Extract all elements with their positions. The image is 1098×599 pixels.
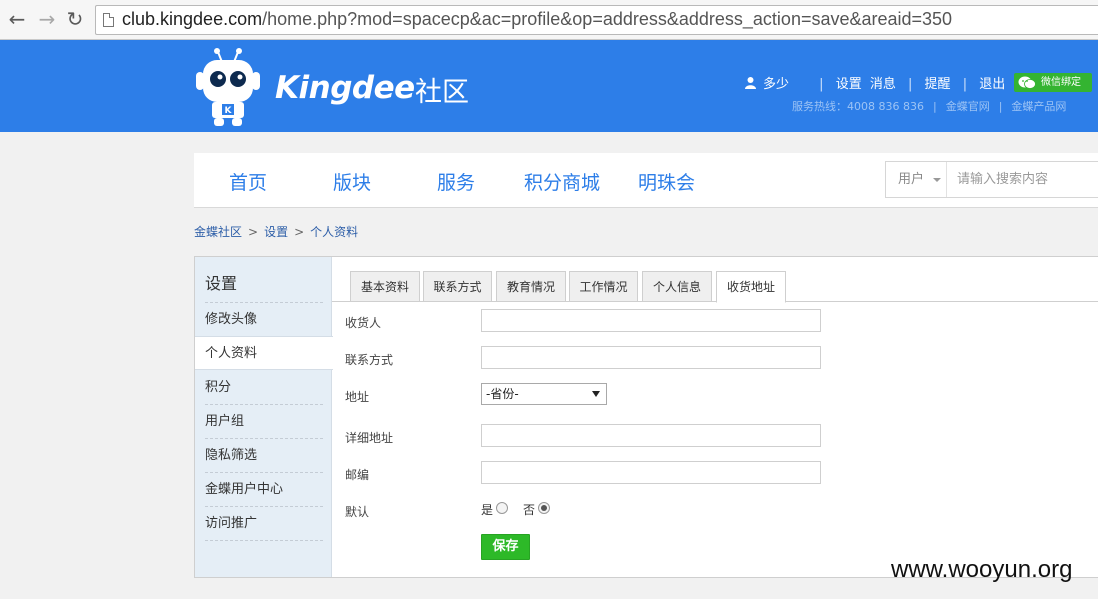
back-arrow-icon[interactable]: ← — [6, 8, 28, 30]
sidebar-item-label: 个人资料 — [205, 346, 258, 361]
breadcrumb: 金蝶社区 > 设置 > 个人资料 — [194, 223, 358, 240]
sidebar-title: 设置 — [205, 274, 238, 293]
search-box: 用户 — [885, 161, 1098, 198]
user-links: 多少 | 设置 消息 | 提醒 | 退出 | — [745, 73, 1022, 92]
username-link[interactable]: 多少 — [763, 73, 789, 92]
sidebar-item-profile[interactable]: 个人资料 — [195, 336, 333, 370]
wechat-icon — [1018, 76, 1036, 89]
zip-input[interactable] — [481, 461, 821, 484]
nav-item-home[interactable]: 首页 — [229, 168, 267, 195]
brand-name[interactable]: Kingdee — [275, 70, 415, 106]
product-site-link[interactable]: 金蝶产品网 — [1011, 100, 1066, 113]
nav-item-pearl-club[interactable]: 明珠会 — [638, 168, 695, 195]
save-button[interactable]: 保存 — [481, 534, 530, 560]
sidebar-item-label: 隐私筛选 — [205, 448, 258, 463]
tab-personal-info[interactable]: 个人信息 — [642, 271, 712, 302]
default-no-label: 否 — [523, 503, 536, 517]
receiver-label: 收货人 — [345, 316, 382, 330]
address-label: 地址 — [345, 390, 370, 404]
wechat-bind-label: 微信绑定 — [1041, 77, 1081, 88]
divider: | — [962, 77, 968, 92]
chevron-right-icon: > — [294, 225, 305, 239]
divider: | — [932, 100, 937, 113]
tab-education[interactable]: 教育情况 — [496, 271, 566, 302]
forward-arrow-icon[interactable]: → — [36, 8, 58, 30]
divider: | — [908, 77, 913, 92]
hotline-text: 服务热线：4008 836 836 — [792, 100, 924, 113]
settings-panel: 设置 修改头像 个人资料 积分 用户组 隐私筛选 金蝶用户中心 访问推广 基本资… — [194, 256, 1098, 578]
contact-label: 联系方式 — [345, 353, 394, 367]
settings-sidebar: 设置 修改头像 个人资料 积分 用户组 隐私筛选 金蝶用户中心 访问推广 — [195, 257, 333, 577]
tab-basic-info[interactable]: 基本资料 — [350, 271, 420, 302]
settings-link[interactable]: 设置 — [836, 73, 862, 92]
kingdee-robot-logo-icon[interactable]: K — [194, 46, 262, 126]
sidebar-item-label: 修改头像 — [205, 312, 258, 327]
search-scope-select[interactable]: 用户 — [886, 162, 947, 197]
address-bar[interactable]: club.kingdee.com/home.php?mod=spacecp&ac… — [95, 5, 1098, 35]
breadcrumb-profile-link[interactable]: 个人资料 — [310, 225, 358, 239]
chevron-down-icon — [933, 178, 941, 182]
sidebar-item-label: 用户组 — [205, 414, 245, 429]
default-no-radio[interactable] — [538, 502, 550, 514]
sidebar-item-usergroup[interactable]: 用户组 — [195, 405, 332, 439]
main-nav: 首页 版块 服务 积分商城 明珠会 用户 — [194, 153, 1098, 208]
tab-work[interactable]: 工作情况 — [569, 271, 638, 302]
tab-contact[interactable]: 联系方式 — [423, 271, 492, 302]
default-yes-label: 是 — [481, 503, 494, 517]
sidebar-item-user-center[interactable]: 金蝶用户中心 — [195, 473, 332, 507]
divider: | — [998, 100, 1003, 113]
detail-address-label: 详细地址 — [345, 431, 394, 445]
breadcrumb-settings-link[interactable]: 设置 — [264, 225, 288, 239]
sidebar-item-label: 积分 — [205, 380, 232, 395]
breadcrumb-home-link[interactable]: 金蝶社区 — [194, 225, 242, 239]
browser-toolbar: ← → ↻ club.kingdee.com/home.php?mod=spac… — [0, 0, 1098, 40]
reload-icon[interactable]: ↻ — [64, 8, 86, 30]
hotline-bar: 服务热线：4008 836 836 | 金蝶官网 | 金蝶产品网 — [792, 98, 1066, 114]
search-scope-label: 用户 — [898, 172, 925, 187]
default-label: 默认 — [345, 505, 370, 519]
user-icon — [745, 77, 756, 89]
search-input[interactable] — [948, 162, 1098, 197]
nav-item-points-mall[interactable]: 积分商城 — [524, 168, 600, 195]
province-select[interactable]: -省份- — [481, 383, 607, 405]
svg-text:K: K — [225, 106, 233, 116]
receiver-input[interactable] — [481, 309, 821, 332]
site-header: K Kingdee 社区 多少 | 设置 消息 | 提醒 | 退出 | 微信绑定… — [0, 40, 1098, 132]
default-yes-radio[interactable] — [496, 502, 508, 514]
sidebar-item-avatar[interactable]: 修改头像 — [195, 303, 332, 337]
watermark-text: www.wooyun.org — [891, 556, 1073, 583]
official-site-link[interactable]: 金蝶官网 — [946, 100, 990, 113]
nav-item-services[interactable]: 服务 — [437, 168, 475, 195]
divider: | — [819, 77, 824, 92]
sidebar-item-privacy[interactable]: 隐私筛选 — [195, 439, 332, 473]
sidebar-item-points[interactable]: 积分 — [195, 371, 332, 405]
detail-address-input[interactable] — [481, 424, 821, 447]
sidebar-item-label: 金蝶用户中心 — [205, 482, 284, 497]
sidebar-item-promotion[interactable]: 访问推广 — [195, 507, 332, 541]
chevron-right-icon: > — [248, 225, 259, 239]
logout-link[interactable]: 退出 — [979, 73, 1005, 92]
nav-item-forums[interactable]: 版块 — [333, 168, 371, 195]
url-host: club.kingdee.com — [122, 9, 263, 29]
page-icon — [103, 13, 114, 27]
messages-link[interactable]: 消息 — [870, 73, 896, 92]
reminders-link[interactable]: 提醒 — [925, 73, 951, 92]
sidebar-item-label: 访问推广 — [205, 516, 258, 531]
brand-community[interactable]: 社区 — [415, 70, 469, 109]
zip-label: 邮编 — [345, 468, 370, 482]
wechat-bind-button[interactable]: 微信绑定 — [1014, 73, 1092, 92]
contact-input[interactable] — [481, 346, 821, 369]
province-select-value: -省份- — [486, 387, 519, 401]
url-path: /home.php?mod=spacecp&ac=profile&op=addr… — [262, 9, 953, 29]
dropdown-arrow-icon — [592, 391, 600, 397]
url-text[interactable]: club.kingdee.com/home.php?mod=spacecp&ac… — [122, 9, 952, 30]
tab-shipping-address[interactable]: 收货地址 — [716, 271, 786, 303]
divider — [205, 540, 323, 541]
